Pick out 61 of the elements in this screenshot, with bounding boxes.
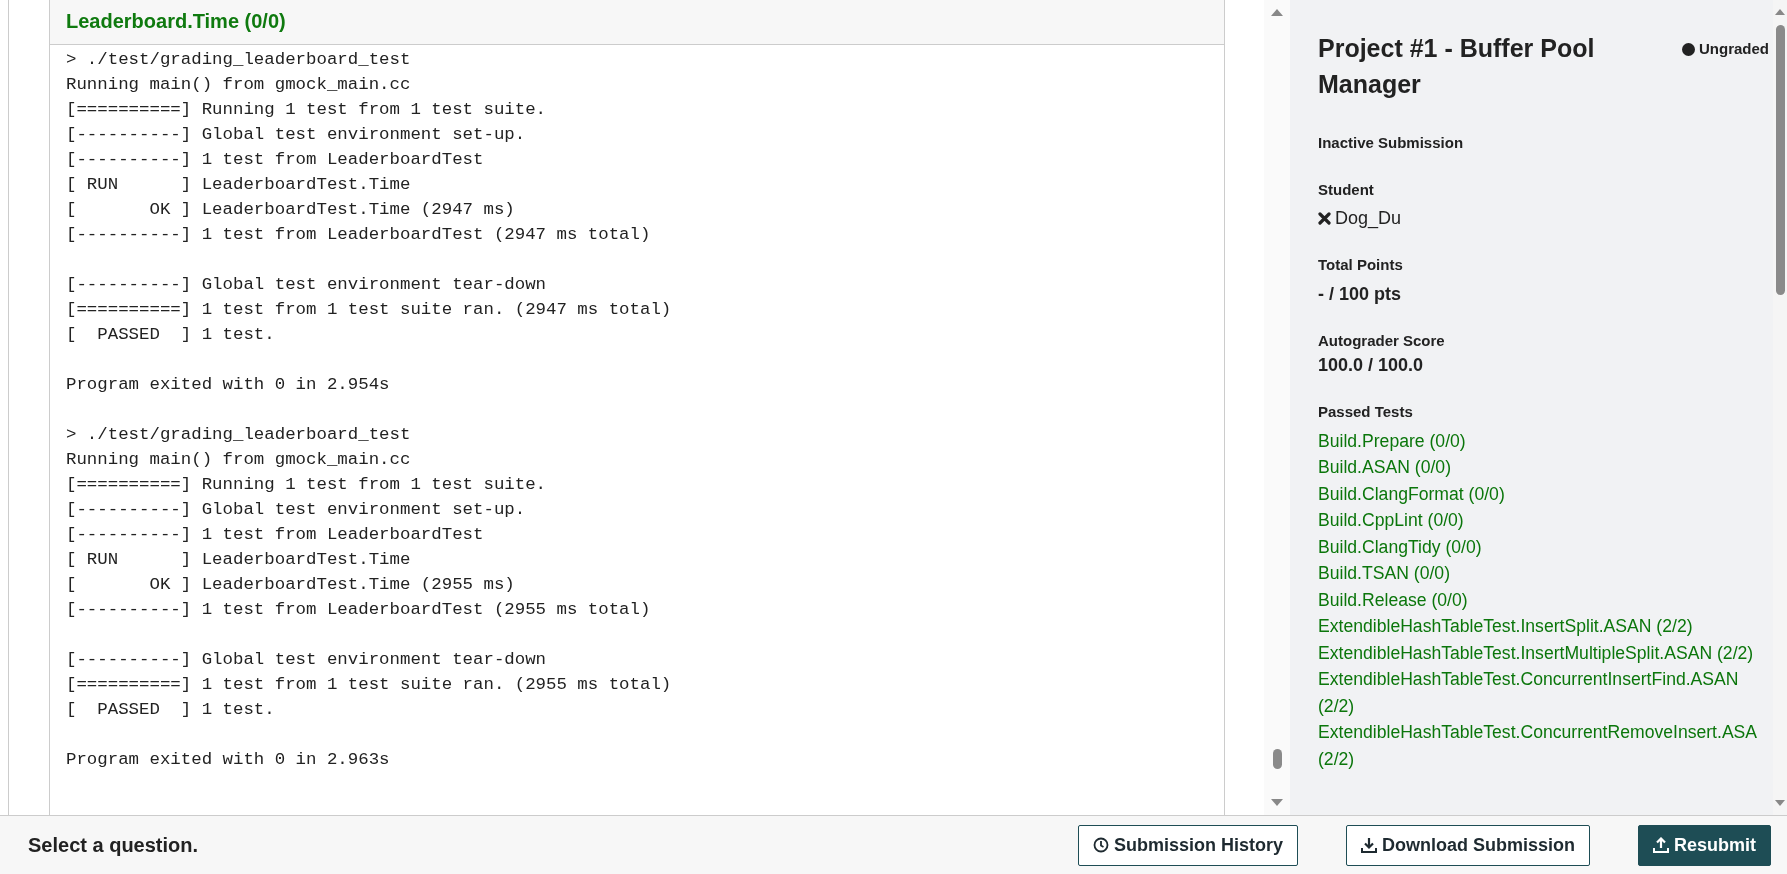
- test-result: Build.ASAN (0/0): [1318, 456, 1451, 479]
- section-label: Passed Tests: [1318, 402, 1414, 422]
- console-line: Running main() from gmock_main.cc: [66, 74, 411, 96]
- console-line: Program exited with 0 in 2.954s: [66, 374, 390, 396]
- scrollbar-thumb[interactable]: [1272, 749, 1282, 769]
- total-points: - / 100 pts: [1318, 282, 1403, 306]
- console-line: > ./test/grading_leaderboard_test: [66, 49, 411, 71]
- test-result: ExtendibleHashTableTest.InsertSplit.ASAN (2/2): [1318, 615, 1693, 638]
- console-line: [----------] Global test environment set-up.: [66, 499, 526, 521]
- scroll-up-icon[interactable]: [1271, 8, 1283, 16]
- console-line: Program exited with 0 in 2.963s: [66, 749, 390, 771]
- test-result: Build.CppLint (0/0): [1318, 509, 1464, 532]
- console-line: [----------] 1 test from LeaderboardTest: [66, 149, 484, 171]
- scroll-down-icon[interactable]: [1775, 800, 1785, 807]
- console-line: [==========] Running 1 test from 1 test suite.: [66, 474, 547, 496]
- test-result: ExtendibleHashTableTest.InsertMultipleSplit.ASAN (2/2): [1318, 641, 1754, 665]
- test-result: Build.Prepare (0/0): [1318, 429, 1466, 453]
- section-label: Total Points: [1318, 255, 1404, 275]
- download-icon: [1360, 837, 1377, 853]
- console-line: > ./test/grading_leaderboard_test: [66, 424, 411, 446]
- console-line: [ OK ] LeaderboardTest.Time (2955 ms): [66, 574, 515, 596]
- status-dot-icon: [1682, 42, 1695, 56]
- console-line: [==========] 1 test from 1 test suite ran. (2955 ms total): [66, 674, 672, 696]
- test-result: Build.TSAN (0/0): [1318, 562, 1450, 585]
- cross-icon: [1318, 212, 1331, 225]
- scroll-down-icon[interactable]: [1271, 799, 1283, 807]
- test-result: Build.ClangTidy (0/0): [1318, 535, 1482, 559]
- console-line: [----------] 1 test from LeaderboardTest (2955 ms total): [66, 599, 651, 621]
- console-line: [ RUN ] LeaderboardTest.Time: [66, 174, 411, 196]
- console-line: [ PASSED ] 1 test.: [66, 699, 275, 721]
- console-line: [==========] Running 1 test from 1 test suite.: [66, 99, 547, 121]
- console-line: [ PASSED ] 1 test.: [66, 324, 275, 346]
- question-title: Leaderboard.Time (0/0): [66, 10, 286, 32]
- section-label: Inactive Submission: [1318, 133, 1465, 153]
- section-label: Student: [1318, 179, 1375, 200]
- console-line: [----------] 1 test from LeaderboardTest (2947 ms total): [66, 224, 651, 246]
- test-result: ExtendibleHashTableTest.ConcurrentRemoveInsert.ASA (2/2): [1318, 721, 1758, 771]
- status-text: Ungraded: [1699, 39, 1769, 59]
- student-name: Dog_Du: [1335, 207, 1402, 231]
- console-line: [----------] Global test environment set-up.: [66, 124, 526, 146]
- autograder-score: 100.0 / 100.0: [1318, 354, 1425, 377]
- submission-title: Project #1 - Buffer Pool Manager: [1318, 33, 1596, 100]
- scrollbar-thumb[interactable]: [1775, 25, 1785, 295]
- clock-icon: [1092, 837, 1109, 853]
- console-line: [----------] Global test environment tear-down: [66, 649, 547, 671]
- console-line: [ RUN ] LeaderboardTest.Time: [66, 549, 411, 571]
- scroll-up-icon[interactable]: [1775, 8, 1785, 15]
- history-button[interactable]: Submission History: [1077, 824, 1298, 866]
- test-result: ExtendibleHashTableTest.ConcurrentInsertFind.ASAN (2/2): [1318, 668, 1740, 718]
- console-line: [----------] Global test environment tear-down: [66, 274, 547, 296]
- resubmit-button[interactable]: Resubmit: [1638, 824, 1771, 866]
- prompt-text: Select a question.: [28, 833, 199, 858]
- test-result: Build.ClangFormat (0/0): [1318, 482, 1505, 506]
- console-line: Running main() from gmock_main.cc: [66, 449, 411, 471]
- upload-icon: [1653, 837, 1669, 853]
- section-label: Autograder Score: [1318, 330, 1446, 351]
- download-button[interactable]: Download Submission: [1345, 824, 1590, 866]
- console-line: [==========] 1 test from 1 test suite ran. (2947 ms total): [66, 299, 672, 321]
- test-result: Build.Release (0/0): [1318, 588, 1468, 612]
- console-line: [ OK ] LeaderboardTest.Time (2947 ms): [66, 199, 515, 221]
- console-line: [----------] 1 test from LeaderboardTest: [66, 524, 484, 546]
